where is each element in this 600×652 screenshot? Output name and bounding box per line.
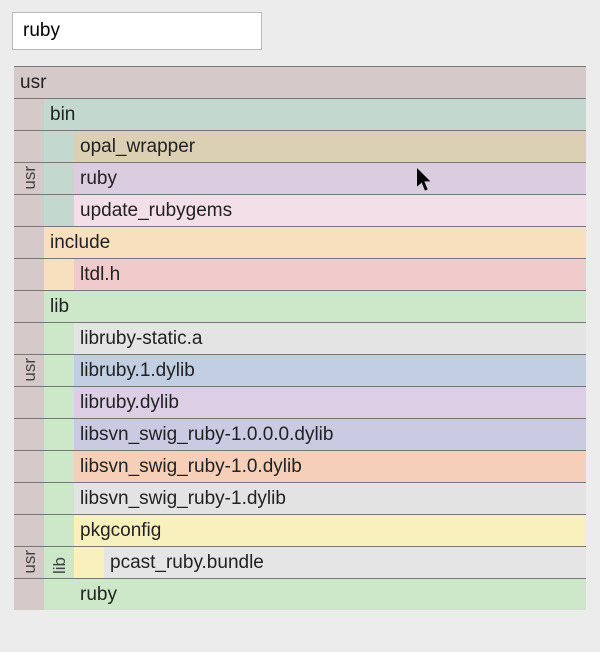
folder-label: pkgconfig bbox=[74, 515, 586, 546]
folder-lib[interactable]: lib bbox=[14, 290, 586, 322]
folder-label: bin bbox=[44, 99, 586, 130]
file-pcast-ruby[interactable]: usr lib pcast_ruby.bundle bbox=[14, 546, 586, 578]
file-libsvn-1000[interactable]: libsvn_swig_ruby-1.0.0.0.dylib bbox=[14, 418, 586, 450]
side-label-usr: usr bbox=[14, 163, 44, 194]
search-input[interactable] bbox=[12, 12, 262, 50]
folder-label: lib bbox=[44, 291, 586, 322]
file-tree: usr bin opal_wrapper usr ruby update_rub… bbox=[14, 66, 586, 610]
file-label: libruby.1.dylib bbox=[74, 355, 586, 386]
file-label: libruby.dylib bbox=[74, 387, 586, 418]
file-libsvn-10[interactable]: libsvn_swig_ruby-1.0.dylib bbox=[14, 450, 586, 482]
file-label: libsvn_swig_ruby-1.dylib bbox=[74, 483, 586, 514]
file-ruby-bin[interactable]: usr ruby bbox=[14, 162, 586, 194]
file-label: ruby bbox=[74, 163, 586, 194]
folder-usr[interactable]: usr bbox=[14, 66, 586, 98]
file-label: libsvn_swig_ruby-1.0.0.0.dylib bbox=[74, 419, 586, 450]
file-label: pcast_ruby.bundle bbox=[104, 547, 586, 578]
file-label: opal_wrapper bbox=[74, 131, 586, 162]
file-libsvn-1[interactable]: libsvn_swig_ruby-1.dylib bbox=[14, 482, 586, 514]
side-label-usr: usr bbox=[14, 355, 44, 386]
file-libruby-1[interactable]: usr libruby.1.dylib bbox=[14, 354, 586, 386]
folder-label: include bbox=[44, 227, 586, 258]
file-update-rubygems[interactable]: update_rubygems bbox=[14, 194, 586, 226]
file-libruby-static[interactable]: libruby-static.a bbox=[14, 322, 586, 354]
side-label-lib: lib bbox=[44, 547, 74, 578]
file-opal-wrapper[interactable]: opal_wrapper bbox=[14, 130, 586, 162]
folder-label: usr bbox=[14, 67, 46, 98]
folder-lib-ruby[interactable]: ruby bbox=[14, 578, 586, 610]
folder-bin[interactable]: bin bbox=[14, 98, 586, 130]
file-libruby-dylib[interactable]: libruby.dylib bbox=[14, 386, 586, 418]
file-label: libruby-static.a bbox=[74, 323, 586, 354]
file-label: libsvn_swig_ruby-1.0.dylib bbox=[74, 451, 586, 482]
folder-label: ruby bbox=[74, 579, 586, 610]
folder-include[interactable]: include bbox=[14, 226, 586, 258]
file-label: ltdl.h bbox=[74, 259, 586, 290]
folder-pkgconfig[interactable]: pkgconfig bbox=[14, 514, 586, 546]
file-ltdl-h[interactable]: ltdl.h bbox=[14, 258, 586, 290]
side-label-usr: usr bbox=[14, 547, 44, 578]
file-label: update_rubygems bbox=[74, 195, 586, 226]
